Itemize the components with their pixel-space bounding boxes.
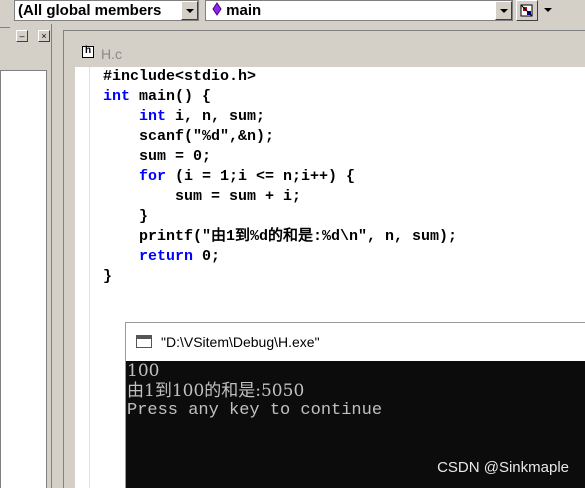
class-wizard-icon: [520, 4, 533, 17]
code-text: printf("由1到%d的和是:%d\n", n, sum);: [139, 228, 458, 245]
code-line: printf("由1到%d的和是:%d\n", n, sum);: [103, 227, 457, 247]
code-keyword: return: [139, 248, 194, 265]
watermark: CSDN @Sinkmaple: [437, 459, 569, 476]
toolbar-extra-button[interactable]: [560, 0, 585, 21]
console-line: Press any key to continue: [127, 401, 383, 420]
chevron-down-icon: [544, 8, 552, 12]
code-line: int main() {: [103, 87, 211, 107]
code-text: 0;: [193, 248, 221, 265]
member-combobox-content: main: [212, 2, 261, 19]
code-line: return 0;: [103, 247, 220, 267]
console-line: 由1到100的和是:5050: [127, 381, 305, 401]
code-line: sum = sum + i;: [103, 187, 301, 207]
code-line: #include<stdio.h>: [103, 67, 256, 87]
code-line: for (i = 1;i <= n;i++) {: [103, 167, 355, 187]
pane-minimize-button[interactable]: –: [16, 30, 28, 42]
scope-combobox[interactable]: (All global members: [14, 0, 199, 21]
member-combobox[interactable]: main: [205, 0, 513, 21]
code-text: }: [103, 268, 113, 285]
code-line: }: [103, 267, 112, 287]
scope-dropdown-button[interactable]: [181, 1, 198, 20]
chevron-down-icon: [186, 9, 194, 13]
code-keyword: int: [139, 108, 167, 125]
purple-diamond-icon: [212, 2, 222, 16]
console-line: 100: [127, 361, 160, 381]
code-text: i, n, sum;: [166, 108, 266, 125]
code-text: scanf("%d",&n);: [139, 128, 275, 145]
workspace-tree[interactable]: [0, 70, 47, 488]
member-dropdown-button[interactable]: [495, 1, 512, 20]
editor-title: H.c: [101, 46, 122, 62]
code-line: }: [103, 207, 148, 227]
pane-grip: [0, 27, 10, 28]
code-keyword: for: [139, 168, 167, 185]
wizard-dropdown-button[interactable]: [539, 0, 556, 21]
console-titlebar[interactable]: "D:\VSitem\Debug\H.exe": [126, 323, 585, 361]
member-combobox-value: main: [226, 2, 262, 19]
code-text: (i = 1;i <= n;i++) {: [166, 168, 356, 185]
header-file-icon: [82, 45, 94, 58]
code-line: sum = 0;: [103, 147, 211, 167]
class-wizard-button[interactable]: [516, 0, 538, 21]
code-text: main() {: [130, 88, 212, 105]
pane-close-button[interactable]: ×: [38, 30, 50, 42]
chevron-down-icon: [500, 9, 508, 13]
toolbar: (All global members main: [0, 0, 585, 22]
code-text: #include<stdio.h>: [103, 68, 257, 85]
code-line: scanf("%d",&n);: [103, 127, 274, 147]
scope-combobox-value: (All global members: [18, 2, 162, 19]
code-keyword: int: [103, 88, 131, 105]
console-window-icon: [136, 335, 152, 348]
code-text: sum = 0;: [139, 148, 212, 165]
code-text: }: [139, 208, 149, 225]
code-text: sum = sum + i;: [175, 188, 302, 205]
console-title: "D:\VSitem\Debug\H.exe": [161, 334, 320, 350]
editor-gutter: [75, 67, 90, 488]
workspace-pane: – ×: [0, 24, 52, 488]
code-line: int i, n, sum;: [103, 107, 265, 127]
editor-titlebar: H.c: [64, 31, 585, 62]
